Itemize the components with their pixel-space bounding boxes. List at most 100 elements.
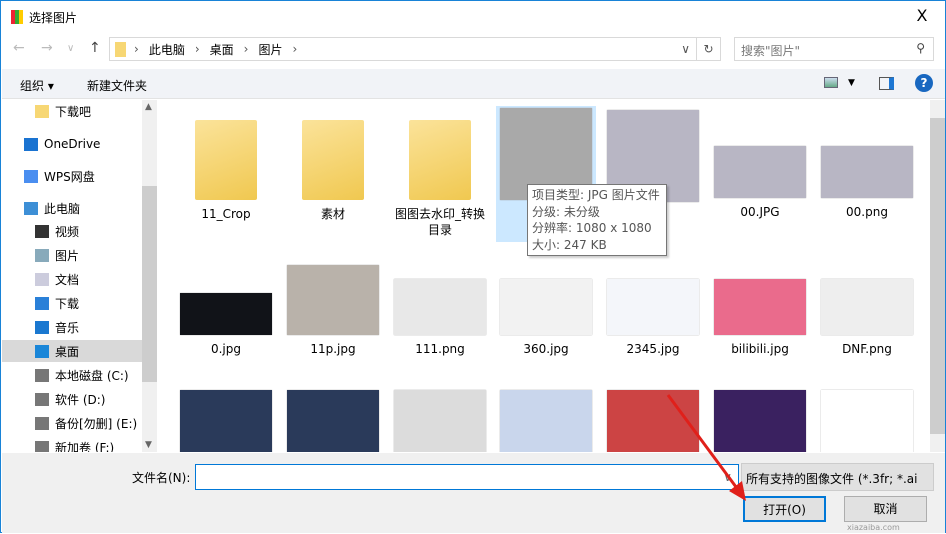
- file-name: DNF.png: [842, 342, 892, 356]
- sidebar-item-label: 图片: [55, 248, 80, 263]
- image-file-item[interactable]: 2345.jpg: [603, 265, 703, 357]
- close-button[interactable]: X: [899, 1, 945, 31]
- breadcrumb-pictures[interactable]: 图片: [258, 41, 282, 58]
- sidebar-item[interactable]: OneDrive: [2, 133, 142, 155]
- breadcrumb-this-pc[interactable]: 此电脑: [149, 41, 185, 58]
- preview-pane-icon[interactable]: [879, 77, 894, 90]
- sidebar-item[interactable]: 下载: [2, 292, 142, 314]
- search-input[interactable]: 搜索"图片" ⚲: [734, 37, 934, 61]
- view-icon[interactable]: [824, 77, 838, 88]
- image-file-item[interactable]: 360.jpg: [496, 265, 596, 357]
- open-button[interactable]: 打开(O): [743, 496, 826, 522]
- sidebar-item[interactable]: 新加卷 (F:): [2, 436, 142, 452]
- navigation-bar: ← → ∨ ↑ › 此电脑 › 桌面 › 图片 › ∨ ↻ 搜索"图片" ⚲: [1, 37, 945, 63]
- breadcrumb-separator: ›: [134, 42, 139, 56]
- image-file-item[interactable]: 111.png: [390, 265, 490, 357]
- sidebar-item[interactable]: 图片: [2, 244, 142, 266]
- view-dropdown-icon[interactable]: ▼: [848, 78, 855, 88]
- tooltip-size: 大小: 247 KB: [532, 237, 607, 252]
- sidebar-item-label: 备份[勿删] (E:): [55, 416, 138, 431]
- sidebar-item[interactable]: 软件 (D:): [2, 388, 142, 410]
- cloud-outline-icon: [24, 169, 38, 183]
- back-button[interactable]: ←: [13, 40, 25, 56]
- image-file-item[interactable]: 0.jpg: [176, 265, 276, 357]
- image-file-item[interactable]: 00.JPG: [710, 108, 810, 220]
- forward-button[interactable]: →: [41, 40, 53, 56]
- file-name: bilibili.jpg: [731, 342, 789, 356]
- address-dropdown-icon[interactable]: ∨: [681, 42, 690, 56]
- file-list: 11_Crop素材图图去水印_转换目录00 (.JPG00.JPG00.png0…: [161, 100, 931, 452]
- image-thumbnail: [394, 390, 486, 452]
- filename-dropdown-icon[interactable]: ∨: [723, 470, 732, 484]
- image-file-item[interactable]: [817, 388, 917, 452]
- sidebar-item-label: 此电脑: [44, 201, 81, 216]
- sidebar-item[interactable]: 下载吧: [2, 100, 142, 122]
- download-icon: [35, 296, 49, 310]
- tooltip-rating: 分级: 未分级: [532, 204, 600, 219]
- file-open-dialog: 选择图片 X ← → ∨ ↑ › 此电脑 › 桌面 › 图片 › ∨ ↻ 搜索"…: [0, 0, 946, 533]
- sidebar-item[interactable]: 本地磁盘 (C:): [2, 364, 142, 386]
- music-icon: [35, 320, 49, 334]
- video-icon: [35, 224, 49, 238]
- scroll-up-icon[interactable]: ▲: [145, 102, 152, 112]
- sidebar-item[interactable]: 视频: [2, 220, 142, 242]
- file-name: 360.jpg: [523, 342, 569, 356]
- image-file-item[interactable]: 00.png: [817, 108, 917, 220]
- breadcrumb-desktop[interactable]: 桌面: [210, 41, 234, 58]
- search-placeholder: 搜索"图片": [741, 44, 801, 58]
- image-file-item[interactable]: [496, 388, 596, 452]
- filename-input[interactable]: ∨: [195, 464, 739, 490]
- tooltip-resolution: 分辨率: 1080 x 1080: [532, 221, 652, 235]
- image-thumbnail: [287, 265, 379, 335]
- new-folder-button[interactable]: 新建文件夹: [87, 77, 147, 94]
- image-file-item[interactable]: [710, 388, 810, 452]
- file-name: 0.jpg: [210, 342, 242, 356]
- folder-item[interactable]: 素材: [283, 108, 383, 222]
- up-button[interactable]: ↑: [89, 40, 101, 56]
- folder-icon: [35, 104, 49, 118]
- sidebar-item[interactable]: 文档: [2, 268, 142, 290]
- image-file-item[interactable]: [390, 388, 490, 452]
- sidebar-item-label: 本地磁盘 (C:): [55, 368, 129, 383]
- cancel-button[interactable]: 取消: [844, 496, 927, 522]
- sidebar-item[interactable]: 此电脑: [2, 197, 142, 219]
- recent-locations-button[interactable]: ∨: [67, 43, 74, 54]
- image-thumbnail: [287, 390, 379, 452]
- image-file-item[interactable]: DNF.png: [817, 265, 917, 357]
- scroll-down-icon[interactable]: ▼: [145, 440, 152, 450]
- window-title: 选择图片: [29, 10, 78, 25]
- sidebar-item[interactable]: 桌面: [2, 340, 142, 362]
- refresh-icon[interactable]: ↻: [696, 38, 720, 60]
- organize-button[interactable]: 组织 ▾: [20, 77, 54, 94]
- sidebar-item-label: 音乐: [55, 320, 80, 335]
- folder-icon: [302, 120, 364, 200]
- image-file-item[interactable]: [603, 388, 703, 452]
- address-bar[interactable]: › 此电脑 › 桌面 › 图片 › ∨ ↻: [109, 37, 721, 61]
- folder-item[interactable]: 11_Crop: [176, 108, 276, 222]
- file-name: 00.JPG: [740, 205, 780, 219]
- file-list-scroll-thumb[interactable]: [930, 118, 945, 434]
- sidebar-item[interactable]: WPS网盘: [2, 165, 142, 187]
- tooltip-type: 项目类型: JPG 图片文件: [532, 188, 660, 202]
- sidebar-scroll-thumb[interactable]: [142, 186, 157, 382]
- image-file-item[interactable]: [283, 388, 383, 452]
- file-type-select[interactable]: 所有支持的图像文件 (*.3fr; *.ai: [741, 463, 934, 491]
- toolbar: 组织 ▾ 新建文件夹 ▼ ?: [2, 69, 945, 99]
- sidebar-item[interactable]: 备份[勿删] (E:): [2, 412, 142, 434]
- sidebar-item-label: 视频: [55, 224, 80, 239]
- image-thumbnail: [714, 390, 806, 452]
- filename-label: 文件名(N):: [132, 471, 191, 485]
- file-name: 00.png: [846, 205, 888, 219]
- app-icon: [11, 10, 23, 24]
- file-list-scrollbar[interactable]: [930, 100, 945, 452]
- image-thumbnail: [714, 146, 806, 198]
- help-icon[interactable]: ?: [915, 74, 933, 92]
- sidebar-item[interactable]: 音乐: [2, 316, 142, 338]
- sidebar-scrollbar[interactable]: ▲ ▼: [142, 100, 157, 452]
- image-file-item[interactable]: [176, 388, 276, 452]
- drive-icon: [35, 368, 49, 382]
- image-file-item[interactable]: bilibili.jpg: [710, 265, 810, 357]
- file-name: 图图去水印_转换目录: [394, 207, 485, 237]
- image-file-item[interactable]: 11p.jpg: [283, 265, 383, 357]
- folder-item[interactable]: 图图去水印_转换目录: [390, 108, 490, 238]
